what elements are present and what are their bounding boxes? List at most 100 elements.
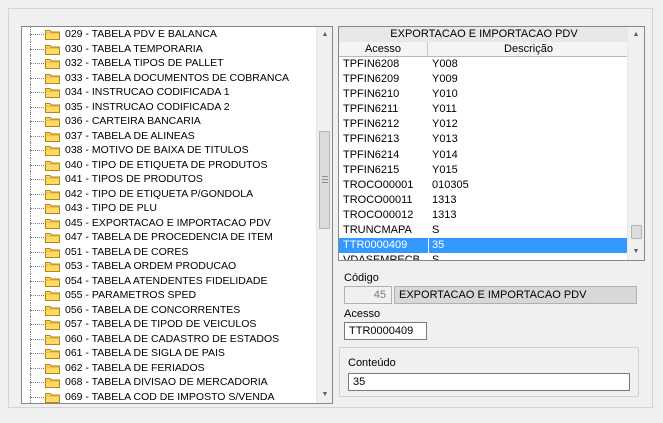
grip-line — [322, 182, 328, 183]
folder-icon — [45, 160, 60, 171]
tree-connector — [30, 280, 44, 282]
tree-item-label: 045 - EXPORTACAO E IMPORTACAO PDV — [65, 216, 271, 229]
tree-item[interactable]: 062 - TABELA DE FERIADOS — [22, 359, 317, 376]
tree-item[interactable]: 036 - CARTEIRA BANCARIA — [22, 113, 317, 129]
grid-row[interactable]: TTR0000409 35 — [339, 238, 629, 254]
tree-item[interactable]: 068 - TABELA DIVISAO DE MERCADORIA — [22, 374, 317, 390]
acesso-field[interactable]: TTR0000409 — [344, 322, 427, 340]
tree-item-label: 041 - TIPOS DE PRODUTOS — [65, 173, 203, 185]
tree-scroll-thumb[interactable] — [319, 131, 330, 229]
tree-connector — [30, 106, 44, 108]
tree-item[interactable]: 030 - TABELA TEMPORARIA — [22, 40, 317, 57]
cell-acesso: TROCO00001 — [343, 178, 414, 191]
scroll-up-arrow-icon[interactable]: ▲ — [628, 27, 644, 43]
tree-item-label: 038 - MOTIVO DE BAIXA DE TITULOS — [65, 144, 249, 156]
grid-header: Acesso Descrição — [339, 42, 629, 57]
tree-connector — [30, 121, 44, 122]
tree-item-label: 037 - TABELA DE ALINEAS — [65, 129, 195, 142]
folder-icon — [45, 59, 60, 69]
tree-item[interactable]: 069 - TABELA COD DE IMPOSTO S/VENDA — [22, 388, 317, 403]
tree-item[interactable]: 060 - TABELA DE CADASTRO DE ESTADOS — [22, 330, 317, 347]
tree-scrollbar[interactable]: ▲ ▼ — [316, 27, 332, 403]
tree-item[interactable]: 042 - TIPO DE ETIQUETA P/GONDOLA — [22, 185, 317, 202]
tree-connector — [30, 193, 44, 195]
tree-item[interactable]: 051 - TABELA DE CORES — [22, 243, 317, 260]
tree-item[interactable]: 037 - TABELA DE ALINEAS — [22, 127, 317, 144]
tree-item-label: 060 - TABELA DE CADASTRO DE ESTADOS — [65, 332, 280, 345]
tree-item[interactable]: 040 - TIPO DE ETIQUETA DE PRODUTOS — [22, 156, 317, 173]
grid-row[interactable]: TPFIN6212 Y012 — [339, 117, 629, 132]
tree-item-label: 056 - TABELA DE CONCORRENTES — [65, 303, 241, 316]
tree-item[interactable]: 041 - TIPOS DE PRODUTOS — [22, 171, 317, 187]
tree-item[interactable]: 054 - TABELA ATENDENTES FIDELIDADE — [22, 272, 317, 289]
tree-connector — [30, 164, 44, 166]
tree-item[interactable]: 029 - TABELA PDV E BALANCA — [22, 27, 317, 42]
cell-descricao: S — [432, 224, 440, 237]
tree-item[interactable]: 047 - TABELA DE PROCEDENCIA DE ITEM — [22, 229, 317, 245]
tree-item[interactable]: 032 - TABELA TIPOS DE PALLET — [22, 55, 317, 71]
folder-icon — [45, 305, 60, 316]
folder-icon — [45, 44, 60, 55]
grid-row[interactable]: TPFIN6210 Y010 — [339, 87, 629, 102]
tree-connector — [30, 135, 44, 137]
tree-item[interactable]: 038 - MOTIVO DE BAIXA DE TITULOS — [22, 142, 317, 158]
tree-item[interactable]: 057 - TABELA DE TIPOD DE VEICULOS — [22, 316, 317, 332]
tree-item-label: 034 - INSTRUCAO CODIFICADA 1 — [65, 86, 230, 98]
grid-row[interactable]: TPFIN6211 Y011 — [339, 102, 629, 117]
cell-acesso: VDASEMRECB — [343, 254, 421, 261]
tree-item[interactable]: 055 - PARAMETROS SPED — [22, 287, 317, 303]
tree-connector — [30, 92, 44, 93]
tree-item-label: 033 - TABELA DOCUMENTOS DE COBRANCA — [65, 71, 290, 84]
cell-acesso: TPFIN6213 — [343, 133, 400, 146]
cell-descricao: 1313 — [432, 208, 457, 221]
tree-item[interactable]: 053 - TABELA ORDEM PRODUCAO — [22, 258, 317, 274]
scroll-down-arrow-icon[interactable]: ▼ — [317, 387, 332, 403]
tree-connector — [30, 353, 44, 354]
tree-item[interactable]: 034 - INSTRUCAO CODIFICADA 1 — [22, 84, 317, 100]
grid-scroll-thumb[interactable] — [631, 225, 642, 239]
tree-item[interactable]: 035 - INSTRUCAO CODIFICADA 2 — [22, 98, 317, 115]
tree-item-label: 061 - TABELA DE SIGLA DE PAIS — [65, 347, 225, 359]
tree-item-label: 055 - PARAMETROS SPED — [65, 289, 197, 301]
tree-item[interactable]: 043 - TIPO DE PLU — [22, 200, 317, 216]
grid-row[interactable]: TPFIN6213 Y013 — [339, 132, 629, 147]
codigo-description-field: EXPORTACAO E IMPORTACAO PDV — [394, 286, 637, 304]
tree-item-label: 047 - TABELA DE PROCEDENCIA DE ITEM — [65, 231, 273, 243]
table-tree[interactable]: 029 - TABELA PDV E BALANCA 030 - TABELA T… — [21, 26, 333, 404]
tree-item[interactable]: 045 - EXPORTACAO E IMPORTACAO PDV — [22, 214, 317, 231]
tree-connector — [30, 324, 44, 325]
cell-acesso: TPFIN6209 — [343, 73, 400, 86]
conteudo-label: Conteúdo — [348, 357, 396, 369]
scroll-up-arrow-icon[interactable]: ▲ — [317, 27, 332, 43]
grid-row[interactable]: TROCO00011 1313 — [339, 193, 629, 208]
cell-descricao: 010305 — [432, 178, 469, 191]
folder-icon — [45, 276, 60, 287]
column-header-descricao[interactable]: Descrição — [428, 42, 629, 56]
tree-item[interactable]: 061 - TABELA DE SIGLA DE PAIS — [22, 345, 317, 361]
grid-row[interactable]: TPFIN6215 Y015 — [339, 163, 629, 178]
column-header-acesso[interactable]: Acesso — [339, 42, 428, 56]
cell-descricao: Y008 — [432, 58, 458, 70]
codigo-label: Código — [344, 272, 379, 284]
grid-row[interactable]: TPFIN6208 Y008 — [339, 57, 629, 72]
grid-row[interactable]: TROCO00001 010305 — [339, 178, 629, 193]
tree-item[interactable]: 033 - TABELA DOCUMENTOS DE COBRANCA — [22, 69, 317, 86]
tree-item-label: 029 - TABELA PDV E BALANCA — [65, 28, 217, 40]
cell-descricao: Y010 — [432, 88, 458, 101]
conteudo-field[interactable]: 35 — [348, 373, 630, 391]
folder-icon — [45, 334, 60, 345]
tree-item[interactable]: 056 - TABELA DE CONCORRENTES — [22, 301, 317, 318]
grid-row[interactable]: TROCO00012 1313 — [339, 208, 629, 223]
grid-row[interactable]: TPFIN6209 Y009 — [339, 72, 629, 87]
parameters-grid[interactable]: EXPORTACAO E IMPORTACAO PDV Acesso Descr… — [338, 26, 645, 261]
grid-scrollbar[interactable]: ▲ ▼ — [627, 27, 644, 260]
folder-icon — [45, 131, 60, 142]
tree-connector — [30, 63, 44, 64]
grid-row[interactable]: TRUNCMAPA S — [339, 223, 629, 238]
grid-row[interactable]: TPFIN6214 Y014 — [339, 148, 629, 163]
scroll-down-arrow-icon[interactable]: ▼ — [628, 244, 644, 260]
cell-descricao: Y009 — [432, 73, 458, 86]
grid-row[interactable]: VDASEMRECB S — [339, 253, 629, 261]
grid-body: TPFIN6208 Y008 TPFIN6209 Y009 TPFIN6210 Y010 T… — [339, 57, 629, 261]
cell-acesso: TPFIN6212 — [343, 118, 400, 131]
